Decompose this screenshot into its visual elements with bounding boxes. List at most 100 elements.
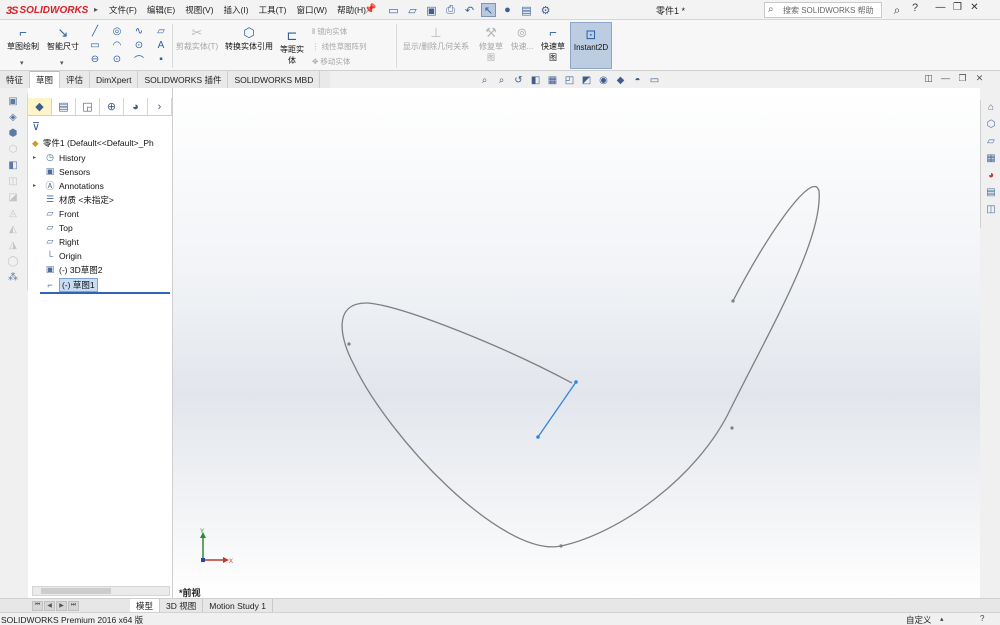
undo-icon[interactable]: ↶ xyxy=(462,3,477,17)
tree-item-sketch1[interactable]: ⌐ (-) 草图1 xyxy=(33,277,98,292)
first-tab-icon[interactable]: ⏮ xyxy=(32,600,43,611)
line-icon[interactable]: ╱ xyxy=(84,24,106,38)
sketch-button[interactable]: ⌐ 草图绘制 xyxy=(4,25,42,52)
solidworks-logo[interactable]: 3S SOLIDWORKS xyxy=(6,3,90,18)
hide-show-icon[interactable]: ◉ xyxy=(597,75,610,86)
mirror-entities-button[interactable]: ⫴ 镜向实体 xyxy=(312,26,347,37)
select-cursor-icon[interactable]: ↖ xyxy=(481,3,496,17)
trim-entities-button[interactable]: ✂ 剪裁实体(T) xyxy=(174,25,220,52)
zoom-to-fit-icon[interactable]: ⌕ xyxy=(478,75,491,86)
repair-sketch-button[interactable]: ⚒ 修复草 图 xyxy=(476,25,506,63)
previous-view-icon[interactable]: ↺ xyxy=(512,75,525,86)
expand-arrow-icon[interactable]: ▸ xyxy=(33,182,43,189)
chevron-down-icon[interactable]: ▾ xyxy=(20,59,24,67)
display-relations-button[interactable]: ⊥ 显示/删除几何关系 xyxy=(398,25,474,52)
tree-item-right-plane[interactable]: ▱ Right xyxy=(33,235,79,248)
zoom-area-icon[interactable]: ⌕ xyxy=(495,75,508,86)
panel-scroll-right-icon[interactable]: › xyxy=(148,98,172,115)
restore-icon[interactable]: ❐ xyxy=(949,2,966,13)
menu-insert[interactable]: 插入(I) xyxy=(219,4,254,16)
tree-item-annotations[interactable]: ▸ Ⓐ Annotations xyxy=(33,179,104,192)
status-help-icon[interactable]: ? xyxy=(980,614,984,623)
sketch-line-selected[interactable] xyxy=(537,381,577,438)
spline-control-point[interactable] xyxy=(559,544,563,548)
tree-item-front-plane[interactable]: ▱ Front xyxy=(33,207,79,220)
sketch-canvas[interactable] xyxy=(173,88,980,598)
view-orientation-icon[interactable]: ◰ xyxy=(563,75,576,86)
menu-file[interactable]: 文件(F) xyxy=(104,4,142,16)
home-icon[interactable]: ⌂ xyxy=(983,102,999,117)
view-palette-icon[interactable]: ▦ xyxy=(983,153,999,168)
ellipse-icon[interactable]: ⊙ xyxy=(106,52,128,66)
prev-tab-icon[interactable]: ◀ xyxy=(44,600,55,611)
spline-control-point[interactable] xyxy=(730,426,734,430)
section-view-icon[interactable]: ◧ xyxy=(529,75,542,86)
last-tab-icon[interactable]: ⏭ xyxy=(68,600,79,611)
feature-tree-tab-icon[interactable]: ◆ xyxy=(28,98,52,115)
file-properties-icon[interactable]: ▤ xyxy=(519,3,534,17)
help-search-input[interactable]: ⌕ 搜索 SOLIDWORKS 帮助 xyxy=(764,2,882,18)
tab-evaluate[interactable]: 评估 xyxy=(60,71,91,88)
tab-addins[interactable]: SOLIDWORKS 插件 xyxy=(138,71,229,88)
graphics-area[interactable]: Y X *前视 xyxy=(173,88,980,598)
tab-mbd[interactable]: SOLIDWORKS MBD xyxy=(228,71,321,88)
spline-icon[interactable]: ∿ xyxy=(128,24,150,38)
3d-sketch-icon[interactable]: ▣ xyxy=(4,96,22,110)
scrollbar-thumb[interactable] xyxy=(41,588,111,594)
tab-3d-views[interactable]: 3D 视图 xyxy=(160,598,204,613)
options-gear-icon[interactable]: ⚙ xyxy=(538,3,553,17)
tree-item-material[interactable]: ☰ 材质 <未指定> xyxy=(33,193,114,206)
forum-icon[interactable]: ◫ xyxy=(983,204,999,219)
linear-pattern-button[interactable]: ⋮ 线性草图阵列 xyxy=(312,41,367,52)
viewport-minimize-icon[interactable]: — xyxy=(937,73,954,84)
feature-tree-root[interactable]: ◆ 零件1 (Default<<Default>_Ph xyxy=(32,137,154,149)
search-icon[interactable]: ⌕ xyxy=(886,2,908,18)
minimize-icon[interactable]: — xyxy=(932,2,949,13)
tab-features[interactable]: 特征 xyxy=(0,71,31,88)
polygon-icon[interactable]: ⊙ xyxy=(128,38,150,52)
expand-arrow-icon[interactable]: ▸ xyxy=(33,154,43,161)
menu-view[interactable]: 视图(V) xyxy=(180,4,218,16)
chevron-right-icon[interactable]: ▸ xyxy=(94,5,98,14)
file-explorer-icon[interactable]: ▱ xyxy=(983,136,999,151)
scene-icon[interactable]: ◓ xyxy=(631,75,644,86)
rebuild-icon[interactable]: ● xyxy=(500,3,515,17)
tree-item-history[interactable]: ▸ ◷ History xyxy=(33,151,85,164)
filter-icon[interactable]: ⊽ xyxy=(32,120,40,133)
next-tab-icon[interactable]: ▶ xyxy=(56,600,67,611)
spline-control-point[interactable] xyxy=(731,299,735,303)
tab-dimxpert[interactable]: DimXpert xyxy=(90,71,139,88)
edit-appearance-icon[interactable]: ◆ xyxy=(614,75,627,86)
menu-tools[interactable]: 工具(T) xyxy=(254,4,292,16)
arc-icon[interactable]: ◠ xyxy=(106,38,128,52)
dimxpert-manager-tab-icon[interactable]: ⊕ xyxy=(100,98,124,115)
view-settings-icon[interactable]: ▭ xyxy=(648,75,661,86)
slot-icon[interactable]: ⊖ xyxy=(84,52,106,66)
spline-control-point[interactable] xyxy=(347,342,351,346)
menu-edit[interactable]: 编辑(E) xyxy=(142,4,180,16)
pin-icon[interactable]: 📌 xyxy=(364,4,376,15)
feature-tree-scrollbar[interactable] xyxy=(32,586,170,596)
tab-model[interactable]: 模型 xyxy=(130,598,161,613)
tree-item-3d-sketch[interactable]: ▣ (-) 3D草图2 xyxy=(33,263,103,276)
property-manager-tab-icon[interactable]: ▤ xyxy=(52,98,76,115)
tree-item-top-plane[interactable]: ▱ Top xyxy=(33,221,73,234)
tab-motion-study[interactable]: Motion Study 1 xyxy=(203,598,273,613)
tree-item-origin[interactable]: └ Origin xyxy=(33,249,82,262)
chevron-up-icon[interactable]: ▴ xyxy=(940,615,944,623)
print-icon[interactable]: ⎙ xyxy=(443,3,458,17)
open-folder-icon[interactable]: ▱ xyxy=(405,3,420,17)
dynamic-annotation-icon[interactable]: ▦ xyxy=(546,75,559,86)
save-icon[interactable]: ▣ xyxy=(424,3,439,17)
tab-sketch[interactable]: 草图 xyxy=(30,71,61,88)
tree-item-sensors[interactable]: ▣ Sensors xyxy=(33,165,90,178)
smart-dimension-button[interactable]: ↘ 智能尺寸 xyxy=(44,25,82,52)
fillet-icon[interactable]: ⌒ xyxy=(128,52,150,67)
convert-entities-button[interactable]: ⬡ 转换实体引用 xyxy=(222,25,276,52)
sketch-spline[interactable] xyxy=(341,185,820,548)
shaded-sketch-icon[interactable]: ◧ xyxy=(4,160,22,174)
point-icon[interactable]: ▪ xyxy=(150,52,172,66)
rapid-sketch-button[interactable]: ⌐ 快速草 图 xyxy=(538,25,568,63)
help-icon[interactable]: ? xyxy=(912,2,918,14)
quick-snaps-button[interactable]: ⊚ 快速... xyxy=(508,25,536,52)
